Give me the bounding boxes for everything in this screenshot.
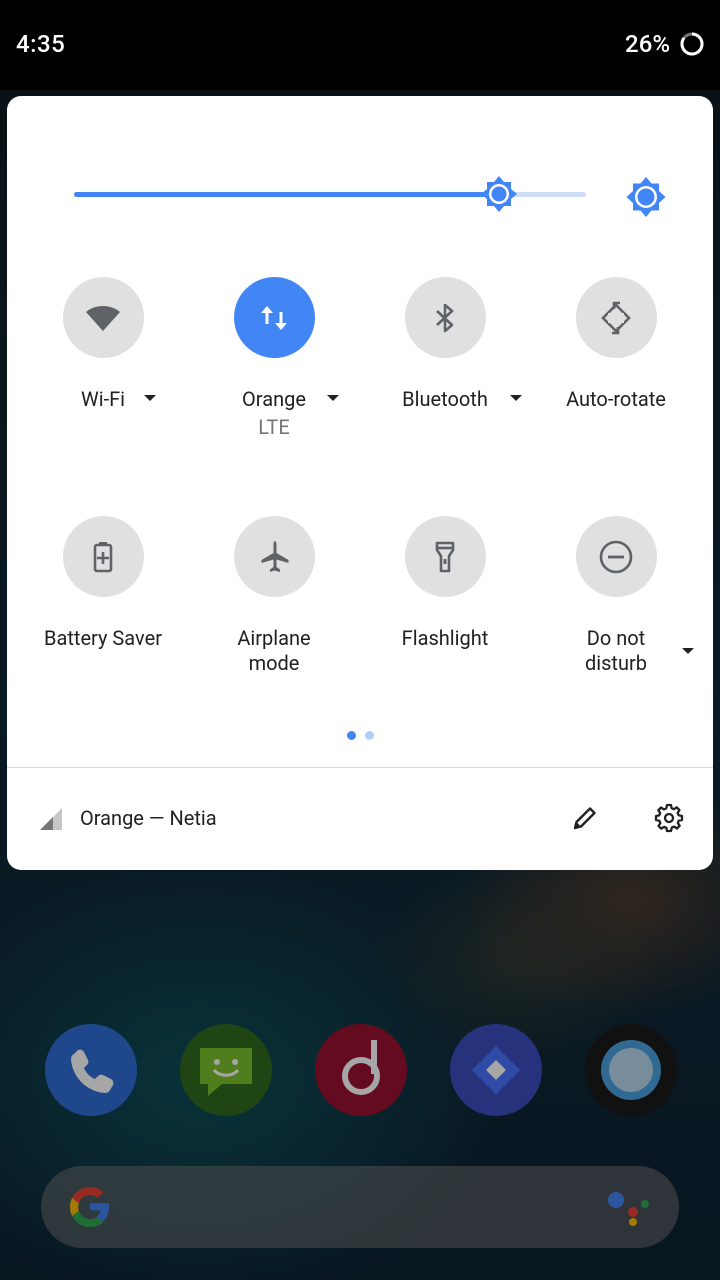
brightness-slider[interactable] (74, 176, 586, 212)
bluetooth-icon (436, 303, 454, 332)
signal-strength-icon (40, 808, 62, 830)
tile-wifi-label: Wi-Fi (80, 387, 126, 411)
footer-carrier-name: Orange — Netia (80, 806, 217, 830)
tile-airplane-mode-button[interactable] (233, 516, 315, 597)
mobile-data-icon (261, 305, 287, 330)
page-indicator (345, 731, 385, 741)
tile-bluetooth-label: Bluetooth (402, 387, 488, 411)
tile-mobile-data[interactable]: Orange LTE (189, 277, 359, 440)
tile-auto-rotate[interactable]: Auto-rotate (531, 277, 701, 412)
tile-flashlight-label: Flashlight (401, 626, 489, 650)
tile-bluetooth[interactable]: Bluetooth (360, 277, 530, 412)
wifi-icon (86, 305, 120, 331)
tile-auto-rotate-button[interactable] (575, 277, 657, 358)
wifi-dropdown-icon[interactable] (144, 395, 156, 401)
brightness-fill (74, 192, 499, 197)
battery-saver-icon (93, 541, 113, 572)
tile-do-not-disturb-button[interactable] (575, 516, 657, 597)
do-not-disturb-icon (599, 540, 633, 573)
tile-airplane-mode[interactable]: Airplane mode (189, 516, 359, 676)
edit-pencil-icon[interactable] (570, 803, 600, 833)
tile-battery-saver-label: Battery Saver (44, 626, 162, 650)
tile-do-not-disturb-label: Do not disturb (584, 626, 648, 675)
page-dot (365, 731, 374, 740)
airplane-icon (261, 540, 289, 572)
auto-rotate-icon (601, 301, 631, 334)
tile-battery-saver[interactable]: Battery Saver (18, 516, 188, 651)
do-not-disturb-dropdown-icon[interactable] (682, 648, 694, 654)
auto-brightness-icon[interactable] (624, 175, 668, 219)
tile-wifi-button[interactable] (62, 277, 144, 358)
tile-airplane-mode-label: Airplane mode (237, 626, 311, 675)
status-bar: 4:35 26% (0, 0, 720, 90)
footer-divider (7, 767, 713, 768)
brightness-thumb-icon[interactable] (479, 174, 519, 214)
tile-mobile-data-label: Orange (242, 387, 306, 411)
battery-percent: 26% (625, 30, 670, 58)
tile-bluetooth-button[interactable] (404, 277, 486, 358)
quick-settings-panel: Wi-Fi Orange LTE Bluetooth Auto-rotate B… (7, 96, 713, 870)
tile-wifi[interactable]: Wi-Fi (18, 277, 188, 412)
bluetooth-dropdown-icon[interactable] (510, 395, 522, 401)
tile-flashlight-button[interactable] (404, 516, 486, 597)
mobile-data-dropdown-icon[interactable] (327, 395, 339, 401)
page-dot-active (347, 731, 356, 740)
flashlight-icon (435, 541, 455, 572)
battery-charging-icon (680, 32, 704, 56)
tile-mobile-data-button[interactable] (233, 277, 315, 358)
clock: 4:35 (16, 30, 66, 58)
tile-do-not-disturb[interactable]: Do not disturb (531, 516, 701, 676)
tile-mobile-data-sublabel: LTE (258, 415, 290, 439)
tile-battery-saver-button[interactable] (62, 516, 144, 597)
tile-flashlight[interactable]: Flashlight (360, 516, 530, 651)
tile-auto-rotate-label: Auto-rotate (566, 387, 666, 411)
settings-gear-icon[interactable] (654, 803, 684, 833)
